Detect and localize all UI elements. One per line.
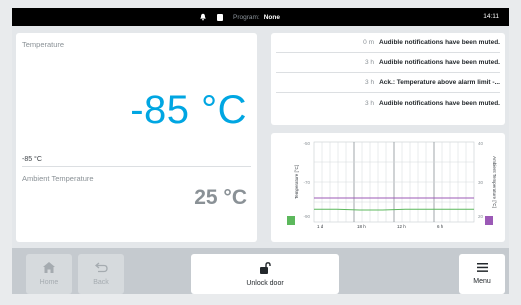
program-label: Program:: [233, 13, 260, 21]
notification-message: Ack.: Temperature above alarm limit -...: [379, 79, 500, 86]
menu-label: Menu: [473, 278, 491, 285]
x-tick-label: 18 h: [357, 224, 366, 229]
menu-button[interactable]: Menu: [459, 254, 505, 294]
home-label: Home: [39, 279, 59, 286]
unlock-door-button[interactable]: Unlock door: [191, 254, 339, 294]
home-button[interactable]: Home: [26, 254, 72, 294]
x-tick-label: 6 h: [437, 224, 444, 229]
y2-tick-label: 40: [478, 141, 484, 146]
device-icon: [217, 13, 223, 21]
status-center: Program: None: [199, 13, 280, 21]
y2-axis-label: Ambient Temperature [°C]: [492, 156, 497, 208]
notification-row[interactable]: 0 m Audible notifications have been mute…: [276, 33, 500, 53]
divider: [22, 166, 251, 167]
clock: 14:11: [483, 13, 499, 20]
y-axis-label: Temperature [°C]: [294, 165, 299, 199]
bell-icon: [200, 13, 206, 21]
screen: Program: None 14:11 Temperature -85 °C -…: [12, 8, 509, 294]
notification-time: 3 h: [364, 99, 374, 107]
trend-chart-card[interactable]: -50 -70 -90 40 30 20 1 d 18 h 12 h 6 h Temperature…: [271, 133, 505, 242]
trend-chart: -50 -70 -90 40 30 20 1 d 18 h 12 h 6 h Temperature…: [287, 141, 497, 229]
y-tick-label: -70: [303, 180, 310, 185]
temperature-card[interactable]: Temperature -85 °C -85 °C Ambient Temper…: [16, 33, 257, 242]
notification-message: Audible notifications have been muted.: [379, 99, 500, 107]
home-icon: [43, 262, 55, 273]
notification-message: Audible notifications have been muted.: [379, 59, 500, 66]
notification-time: 0 m: [363, 39, 374, 46]
notification-time: 3 h: [365, 79, 375, 86]
notification-row[interactable]: 3 h Audible notifications have been mute…: [276, 93, 500, 113]
notification-row[interactable]: 3 h Ack.: Temperature above alarm limit …: [276, 73, 500, 93]
x-tick-label: 12 h: [397, 224, 406, 229]
y-tick-label: -50: [303, 141, 310, 146]
program-value: None: [263, 13, 280, 21]
temperature-legend-swatch: [287, 216, 295, 225]
back-arrow-icon: [94, 262, 108, 273]
ambient-temperature-label: Ambient Temperature: [22, 174, 94, 183]
notification-time: 3 h: [364, 59, 374, 66]
y2-tick-label: 20: [478, 214, 484, 219]
padlock-open-icon: [259, 261, 271, 274]
temperature-value: -85 °C: [130, 88, 247, 132]
menu-icon: [476, 263, 488, 272]
back-label: Back: [93, 279, 109, 286]
back-button[interactable]: Back: [78, 254, 124, 294]
ambient-temperature-value: 25 °C: [194, 186, 247, 209]
unlock-door-label: Unlock door: [246, 279, 284, 287]
status-bar: Program: None 14:11: [12, 8, 509, 26]
notification-message: Audible notifications have been muted.: [379, 39, 500, 46]
device-frame: Program: None 14:11 Temperature -85 °C -…: [0, 0, 521, 305]
ambient-legend-swatch: [485, 216, 493, 225]
y-tick-label: -90: [303, 214, 310, 219]
temperature-label: Temperature: [22, 40, 65, 49]
x-tick-label: 1 d: [317, 224, 324, 229]
y2-tick-label: 30: [478, 180, 484, 185]
notifications-card[interactable]: 0 m Audible notifications have been mute…: [271, 33, 505, 125]
bottom-bar: Home Back Unlock door Menu: [12, 248, 509, 294]
temperature-small-value: -85 °C: [22, 156, 42, 163]
notification-row[interactable]: 3 h Audible notifications have been mute…: [276, 53, 500, 73]
